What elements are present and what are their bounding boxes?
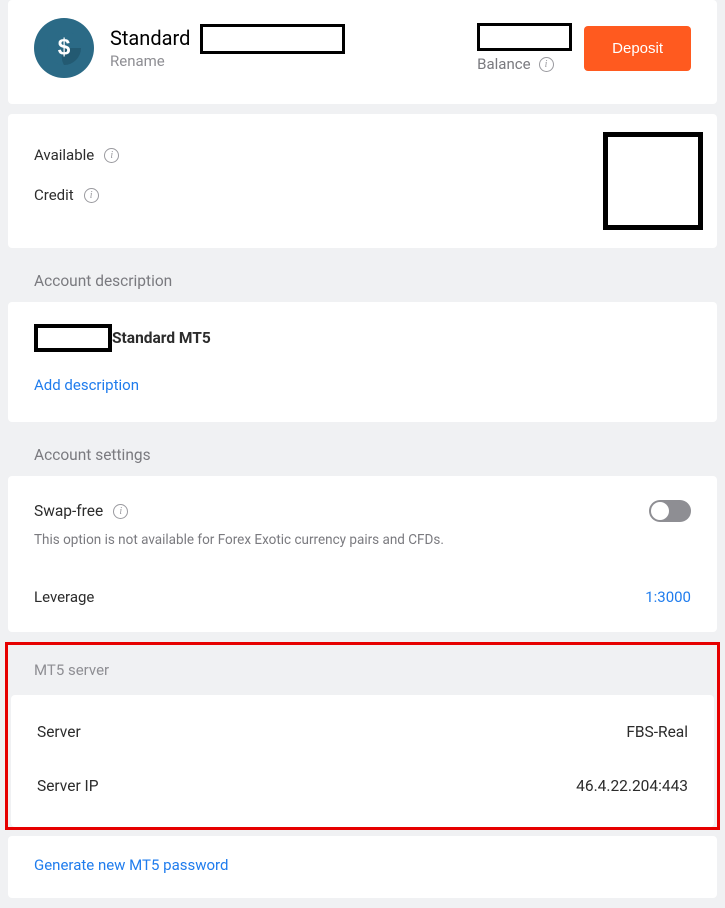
redacted-stats-box	[603, 132, 703, 230]
settings-card: Swap-free i This option is not available…	[8, 476, 717, 632]
description-title: Standard MT5	[112, 329, 211, 347]
server-value: FBS-Real	[626, 723, 688, 741]
description-title-row: Standard MT5	[34, 324, 691, 352]
swap-free-toggle[interactable]	[649, 500, 691, 522]
deposit-button[interactable]: Deposit	[584, 26, 691, 71]
title-block: Standard Rename	[110, 26, 190, 70]
redacted-balance-box	[477, 23, 572, 51]
section-label-settings: Account settings	[0, 432, 725, 476]
server-label: Server	[37, 723, 81, 741]
credit-label: Credit	[34, 186, 74, 204]
account-avatar: $	[34, 18, 94, 78]
description-card: Standard MT5 Add description	[8, 302, 717, 422]
stats-card: Available i Credit i	[8, 114, 717, 248]
info-icon[interactable]: i	[113, 504, 128, 519]
account-header-card: $ Standard Rename Balance i Deposit	[8, 0, 717, 104]
leverage-label: Leverage	[34, 588, 94, 606]
server-ip-row: Server IP 46.4.22.204:443	[37, 759, 688, 813]
header-left: $ Standard Rename	[34, 18, 190, 78]
header-right: Balance i Deposit	[477, 23, 691, 73]
generate-password-card: Generate new MT5 password	[8, 836, 717, 898]
available-label: Available	[34, 146, 94, 164]
redacted-title-box	[200, 24, 345, 54]
server-ip-label: Server IP	[37, 777, 99, 795]
mt5-server-highlight: MT5 server Server FBS-Real Server IP 46.…	[5, 642, 720, 830]
section-label-description: Account description	[0, 258, 725, 302]
add-description-link[interactable]: Add description	[34, 376, 691, 394]
swap-free-label: Swap-free	[34, 502, 103, 520]
rename-link[interactable]: Rename	[110, 52, 190, 70]
balance-block: Balance i	[477, 23, 572, 73]
account-title: Standard	[110, 26, 190, 50]
swap-free-label-row: Swap-free i	[34, 502, 128, 520]
balance-label-row: Balance i	[477, 55, 553, 73]
svg-text:$: $	[58, 34, 71, 60]
swap-free-note: This option is not available for Forex E…	[34, 532, 691, 548]
available-row: Available i	[34, 146, 691, 164]
server-ip-value: 46.4.22.204:443	[576, 777, 688, 795]
info-icon[interactable]: i	[104, 148, 119, 163]
swap-free-row: Swap-free i	[34, 500, 691, 522]
balance-label: Balance	[477, 55, 530, 73]
section-label-mt5: MT5 server	[8, 647, 717, 695]
mt5-server-card: Server FBS-Real Server IP 46.4.22.204:44…	[11, 695, 714, 827]
credit-row: Credit i	[34, 186, 691, 204]
server-row: Server FBS-Real	[37, 705, 688, 759]
dollar-icon: $	[47, 31, 81, 65]
info-icon[interactable]: i	[84, 188, 99, 203]
info-icon[interactable]: i	[539, 57, 554, 72]
leverage-row: Leverage 1:3000	[34, 588, 691, 606]
generate-password-link[interactable]: Generate new MT5 password	[34, 856, 228, 874]
leverage-value[interactable]: 1:3000	[645, 588, 691, 606]
redacted-desc-box	[34, 324, 112, 352]
